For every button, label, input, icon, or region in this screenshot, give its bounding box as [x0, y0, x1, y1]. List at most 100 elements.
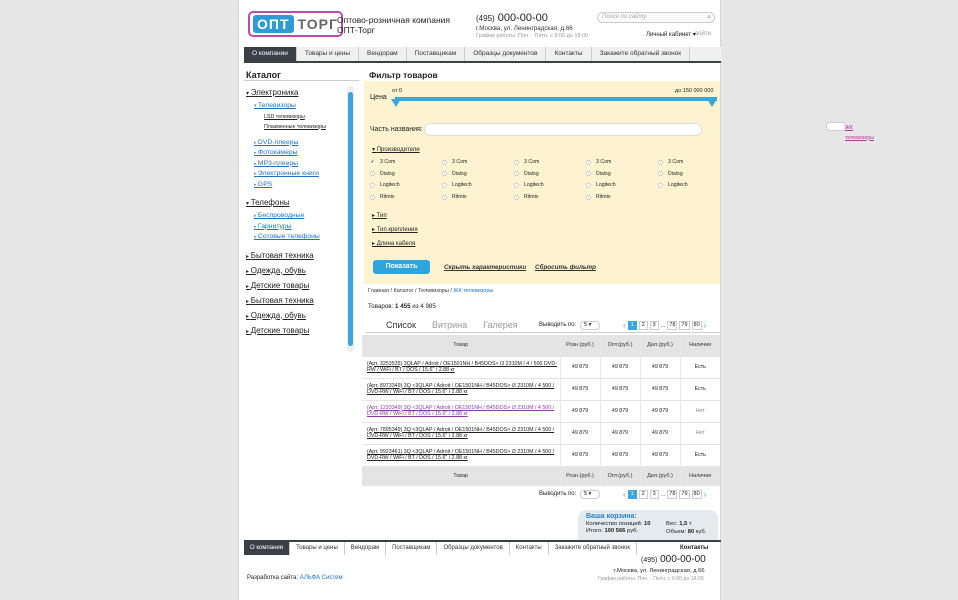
account-dropdown[interactable]: Личный кабинет ▾	[646, 31, 696, 38]
page-80[interactable]: 80	[691, 321, 702, 330]
catalog-item[interactable]: MP3-плееры	[246, 159, 346, 170]
catalog-item[interactable]: DVD-плееры	[246, 138, 346, 149]
catalog-item[interactable]: Беспроводные	[246, 211, 346, 222]
footer-nav-item-1[interactable]: Товары и цены	[290, 542, 345, 555]
footer-nav-item-5[interactable]: Контакты	[510, 542, 549, 555]
checkbox-icon[interactable]	[370, 194, 375, 200]
breadcrumb-current[interactable]: ЖК телевизоры	[453, 288, 493, 294]
nav-item-1[interactable]: Товары и цены	[297, 47, 359, 61]
producers-toggle[interactable]: Производители	[372, 146, 420, 153]
catalog-item[interactable]: Плазменные телевизоры	[246, 122, 346, 132]
producer-checkbox[interactable]: 3 Com	[442, 159, 514, 166]
show-button[interactable]: Показать	[373, 260, 430, 274]
col-availability[interactable]: Наличие	[679, 335, 720, 356]
producer-checkbox[interactable]: Logitech	[586, 182, 658, 189]
scrollbar[interactable]	[347, 86, 354, 352]
page-78[interactable]: 78	[667, 490, 678, 499]
producer-checkbox[interactable]: Logitech	[658, 182, 730, 189]
checkbox-icon[interactable]	[586, 171, 591, 177]
checkbox-icon[interactable]	[586, 159, 591, 165]
product-link[interactable]: (Арт. 1233349) 3Q <3QLAP / Adroit / OE15…	[362, 399, 560, 422]
page-1[interactable]: 1	[627, 490, 637, 499]
checkbox-icon[interactable]	[514, 171, 519, 177]
catalog-item[interactable]: Одежда, обувь	[246, 309, 346, 324]
producer-checkbox[interactable]: Dialog	[658, 171, 730, 178]
footer-nav-item-2[interactable]: Вендорам	[345, 542, 387, 555]
hide-specs-link[interactable]: Скрыть характеристики	[444, 264, 526, 271]
col-dealer[interactable]: Дил.(руб.)	[639, 335, 680, 356]
producer-checkbox[interactable]: Ritmix	[370, 194, 442, 201]
nav-item-2[interactable]: Вендорам	[359, 47, 407, 61]
producer-checkbox[interactable]: Ritmix	[442, 194, 514, 201]
col-wholesale[interactable]: Опт.(руб.)	[599, 466, 640, 486]
producer-checkbox[interactable]: Logitech	[370, 182, 442, 189]
product-link[interactable]: (Арт. 7895349) 3Q <3QLAP / Adroit / OE15…	[362, 421, 560, 444]
col-wholesale[interactable]: Опт.(руб.)	[599, 335, 640, 356]
page-79[interactable]: 79	[679, 321, 690, 330]
footer-nav-item-6[interactable]: Закажите обратный звонок	[549, 542, 637, 555]
page-2[interactable]: 2	[638, 321, 648, 330]
cable-length-toggle[interactable]: Длина кабеля	[372, 240, 416, 247]
footer-contacts[interactable]: Контакты	[680, 545, 708, 551]
nav-item-3[interactable]: Поставщикам	[407, 47, 466, 61]
site-logo[interactable]: ОПТ ТОРГ	[248, 10, 343, 38]
checkbox-icon[interactable]: ✓	[370, 159, 375, 165]
tab-gallery[interactable]: Галерея	[483, 320, 518, 330]
checkbox-icon[interactable]	[514, 159, 519, 165]
checkbox-icon[interactable]	[514, 194, 519, 200]
mount-type-toggle[interactable]: Тип крепления	[372, 226, 418, 233]
catalog-item[interactable]: Телевизоры	[246, 101, 346, 112]
producer-checkbox[interactable]: ✓ 3 Com	[370, 159, 442, 166]
checkbox-icon[interactable]	[442, 159, 447, 165]
product-link[interactable]: (Арт. 9923461) 3Q <3QLAP / Adroit / OE15…	[362, 443, 560, 466]
checkbox-icon[interactable]	[442, 194, 447, 200]
next-page-icon[interactable]: ›	[704, 321, 707, 330]
nav-item-0[interactable]: О компании	[244, 47, 297, 61]
checkbox-icon[interactable]	[514, 182, 519, 188]
catalog-item[interactable]: Одежда, обувь	[246, 264, 346, 279]
perpage-select[interactable]: 5 ▾	[580, 490, 600, 499]
col-product[interactable]: Товар	[362, 466, 560, 486]
checkbox-icon[interactable]	[658, 171, 663, 177]
developer-link[interactable]: АЛЬФА Систем	[300, 575, 343, 581]
product-link[interactable]: (Арт. 3253535) 3QLAP / Adroit / OE1501NH…	[362, 355, 560, 378]
col-retail[interactable]: Розн.(руб.)	[559, 335, 600, 356]
prev-page-icon[interactable]: ‹	[623, 490, 626, 499]
col-availability[interactable]: Наличие	[679, 466, 720, 486]
type-toggle[interactable]: Тип	[372, 212, 387, 219]
catalog-item[interactable]: Телефоны	[246, 196, 346, 211]
col-dealer[interactable]: Дил.(руб.)	[639, 466, 680, 486]
catalog-item[interactable]: Детские товары	[246, 324, 346, 339]
catalog-item[interactable]: Электронные книги	[246, 169, 346, 180]
col-retail[interactable]: Розн.(руб.)	[559, 466, 600, 486]
catalog-item[interactable]: Бытовая техника	[246, 249, 346, 264]
producer-checkbox[interactable]: 3 Com	[514, 159, 586, 166]
page-3[interactable]: 3	[649, 321, 659, 330]
producer-checkbox[interactable]: Ritmix	[586, 194, 658, 201]
footer-nav-item-0[interactable]: О компании	[244, 542, 291, 555]
page-3[interactable]: 3	[649, 490, 659, 499]
page-2[interactable]: 2	[638, 490, 648, 499]
catalog-item[interactable]: Фотокамеры	[246, 148, 346, 159]
tab-showcase[interactable]: Витрина	[432, 320, 467, 330]
page-78[interactable]: 78	[667, 321, 678, 330]
checkbox-icon[interactable]	[442, 171, 447, 177]
login-link[interactable]: войти	[695, 31, 711, 37]
catalog-item[interactable]: Гарнитуры	[246, 222, 346, 233]
producer-checkbox[interactable]: Dialog	[514, 171, 586, 178]
cart-widget[interactable]: Ваша корзина: Количество позиций: 10 Ито…	[578, 510, 718, 542]
catalog-item[interactable]: GPS	[246, 180, 346, 191]
footer-nav-item-3[interactable]: Поставщикам	[386, 542, 438, 555]
producer-checkbox[interactable]: Logitech	[442, 182, 514, 189]
checkbox-icon[interactable]	[370, 182, 375, 188]
page-1[interactable]: 1	[627, 321, 637, 330]
producer-checkbox[interactable]: Logitech	[514, 182, 586, 189]
page-79[interactable]: 79	[679, 490, 690, 499]
catalog-item[interactable]: LSD телевизоры	[246, 112, 346, 122]
producer-checkbox[interactable]: Ritmix	[514, 194, 586, 201]
product-link[interactable]: (Арт. 8973349) 3Q <3QLAP / Adroit / OE15…	[362, 377, 560, 400]
checkbox-icon[interactable]	[658, 182, 663, 188]
slider-handle-max[interactable]	[707, 99, 717, 107]
prev-page-icon[interactable]: ‹	[623, 321, 626, 330]
tab-list[interactable]: Список	[386, 320, 416, 330]
